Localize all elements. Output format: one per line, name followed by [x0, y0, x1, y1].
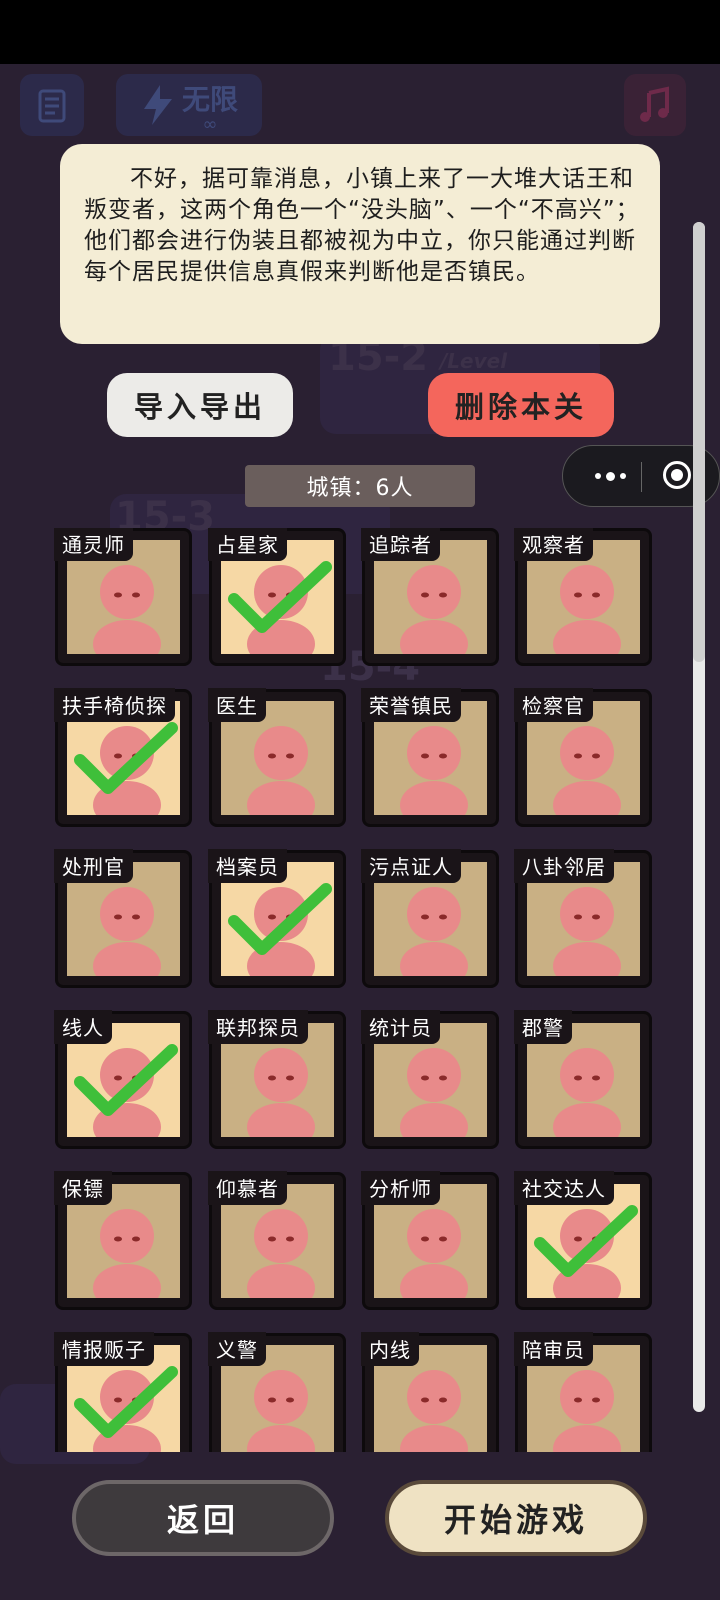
- role-name: 情报贩子: [54, 1332, 154, 1366]
- role-card[interactable]: 医生: [208, 688, 346, 827]
- role-card[interactable]: 荣誉镇民: [361, 688, 499, 827]
- back-button[interactable]: 返回: [72, 1480, 334, 1556]
- scrollbar-thumb[interactable]: [693, 222, 705, 662]
- dialog-message: 不好，据可靠消息，小镇上来了一大堆大话王和叛变者，这两个角色一个“没头脑”、一个…: [84, 166, 640, 285]
- role-card[interactable]: 观察者: [514, 528, 652, 666]
- energy-label: 无限: [181, 83, 238, 116]
- role-name: 档案员: [208, 849, 287, 883]
- role-name: 医生: [208, 688, 266, 722]
- role-card[interactable]: 联邦探员: [208, 1010, 346, 1149]
- role-name: 荣誉镇民: [361, 688, 461, 722]
- energy-indicator: 无限 ∞: [116, 74, 262, 136]
- energy-sub: ∞: [202, 114, 218, 135]
- role-name: 处刑官: [54, 849, 133, 883]
- role-card[interactable]: 污点证人: [361, 849, 499, 988]
- role-name: 观察者: [514, 528, 593, 561]
- role-name: 郡警: [514, 1010, 572, 1044]
- role-card[interactable]: 陪审员: [514, 1332, 652, 1452]
- role-card[interactable]: 检察官: [514, 688, 652, 827]
- role-name: 统计员: [361, 1010, 440, 1044]
- role-card[interactable]: 处刑官: [54, 849, 192, 988]
- lightning-icon: [143, 85, 172, 125]
- role-card[interactable]: 线人: [54, 1010, 192, 1149]
- role-name: 扶手椅侦探: [54, 688, 175, 722]
- role-card[interactable]: 仰慕者: [208, 1171, 346, 1310]
- info-dialog: 不好，据可靠消息，小镇上来了一大堆大话王和叛变者，这两个角色一个“没头脑”、一个…: [60, 144, 660, 344]
- role-name: 占星家: [208, 528, 287, 561]
- role-name: 八卦邻居: [514, 849, 614, 883]
- role-grid: 通灵师 占星家 追踪者 观察者扶手椅侦探 医生 荣誉镇民 检察官处刑官 档案员 污点证人 八卦邻居…: [0, 528, 690, 1452]
- role-name: 陪审员: [514, 1332, 593, 1366]
- role-card[interactable]: 保镖: [54, 1171, 192, 1310]
- role-card[interactable]: 追踪者: [361, 528, 499, 666]
- role-card[interactable]: 占星家: [208, 528, 346, 666]
- import-export-button[interactable]: 导入导出: [107, 373, 293, 437]
- role-name: 义警: [208, 1332, 266, 1366]
- role-name: 分析师: [361, 1171, 440, 1205]
- role-card[interactable]: 通灵师: [54, 528, 192, 666]
- role-name: 通灵师: [54, 528, 133, 561]
- role-card[interactable]: 扶手椅侦探: [54, 688, 192, 827]
- role-card[interactable]: 档案员: [208, 849, 346, 988]
- role-name: 社交达人: [514, 1171, 614, 1205]
- role-name: 内线: [361, 1332, 419, 1366]
- role-name: 线人: [54, 1010, 112, 1044]
- role-name: 检察官: [514, 688, 593, 722]
- bg-level-word: /Level: [440, 349, 508, 373]
- role-card[interactable]: 郡警: [514, 1010, 652, 1149]
- start-game-button[interactable]: 开始游戏: [385, 1480, 647, 1556]
- role-card[interactable]: 情报贩子: [54, 1332, 192, 1452]
- role-name: 仰慕者: [208, 1171, 287, 1205]
- role-card[interactable]: 分析师: [361, 1171, 499, 1310]
- role-card[interactable]: 社交达人: [514, 1171, 652, 1310]
- notes-icon[interactable]: [20, 74, 84, 136]
- town-count: 城镇：6人: [245, 465, 475, 507]
- role-name: 污点证人: [361, 849, 461, 883]
- close-target-icon[interactable]: [663, 461, 691, 489]
- role-name: 追踪者: [361, 528, 440, 561]
- more-menu-icon[interactable]: [585, 458, 635, 494]
- role-card[interactable]: 八卦邻居: [514, 849, 652, 988]
- role-name: 保镖: [54, 1171, 112, 1205]
- role-card[interactable]: 内线: [361, 1332, 499, 1452]
- role-card[interactable]: 义警: [208, 1332, 346, 1452]
- status-bar: [0, 0, 720, 64]
- role-name: 联邦探员: [208, 1010, 308, 1044]
- music-icon[interactable]: [624, 74, 686, 136]
- delete-level-button[interactable]: 删除本关: [428, 373, 614, 437]
- role-card[interactable]: 统计员: [361, 1010, 499, 1149]
